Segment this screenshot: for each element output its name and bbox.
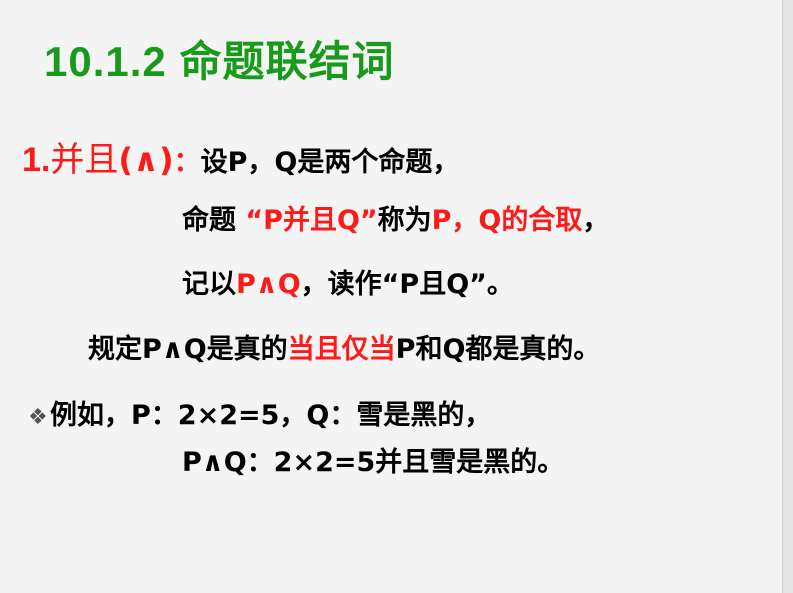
and-symbol: ∧ — [132, 141, 159, 179]
line4-suffix: P和Q都是真的。 — [395, 334, 601, 365]
example-line-1: ❖例如，P：2×2=5，Q：雪是黑的， — [28, 393, 491, 432]
scrollbar[interactable] — [782, 0, 793, 593]
intro-text: 设P，Q是两个命题， — [200, 147, 460, 178]
line3-prefix: 记以 — [182, 269, 236, 300]
line3-suffix: ，读作“P且Q”。 — [300, 269, 514, 300]
truth-rule-line: 规定P∧Q是真的当且仅当P和Q都是真的。 — [88, 327, 600, 366]
section-number: 1. — [22, 141, 51, 179]
slide: 10.1.2 命题联结词 1.并且(∧)：设P，Q是两个命题， 命题 “P并且Q… — [0, 0, 783, 593]
line4-highlight: 当且仅当 — [287, 334, 396, 365]
line2-suffix: ， — [582, 205, 610, 236]
definition-heading: 1.并且(∧)：设P，Q是两个命题， — [22, 132, 459, 181]
line2-mid: 称为 — [377, 205, 432, 236]
page-title: 10.1.2 命题联结词 — [44, 38, 395, 85]
line2-highlight: “P并且Q” — [245, 205, 378, 236]
notation-line: 记以P∧Q，读作“P且Q”。 — [182, 262, 514, 301]
paren-open: ( — [118, 141, 133, 179]
line4-prefix: 规定P∧Q是真的 — [88, 334, 288, 365]
paren-close: ) — [158, 141, 174, 179]
conjunction-definition-line: 命题 “P并且Q”称为P，Q的合取， — [182, 198, 609, 237]
line2-prefix: 命题 — [182, 205, 246, 236]
line2-highlight2: P，Q的合取 — [431, 205, 583, 236]
example-text-2: P∧Q：2×2=5并且雪是黑的。 — [182, 447, 565, 478]
example-line-2: P∧Q：2×2=5并且雪是黑的。 — [182, 440, 564, 479]
heading-colon: ： — [173, 147, 201, 178]
line3-highlight: P∧Q — [236, 269, 301, 300]
diamond-bullet-icon: ❖ — [28, 405, 48, 430]
example-text-1: 例如，P：2×2=5，Q：雪是黑的， — [50, 400, 492, 431]
section-name: 并且 — [50, 140, 119, 180]
